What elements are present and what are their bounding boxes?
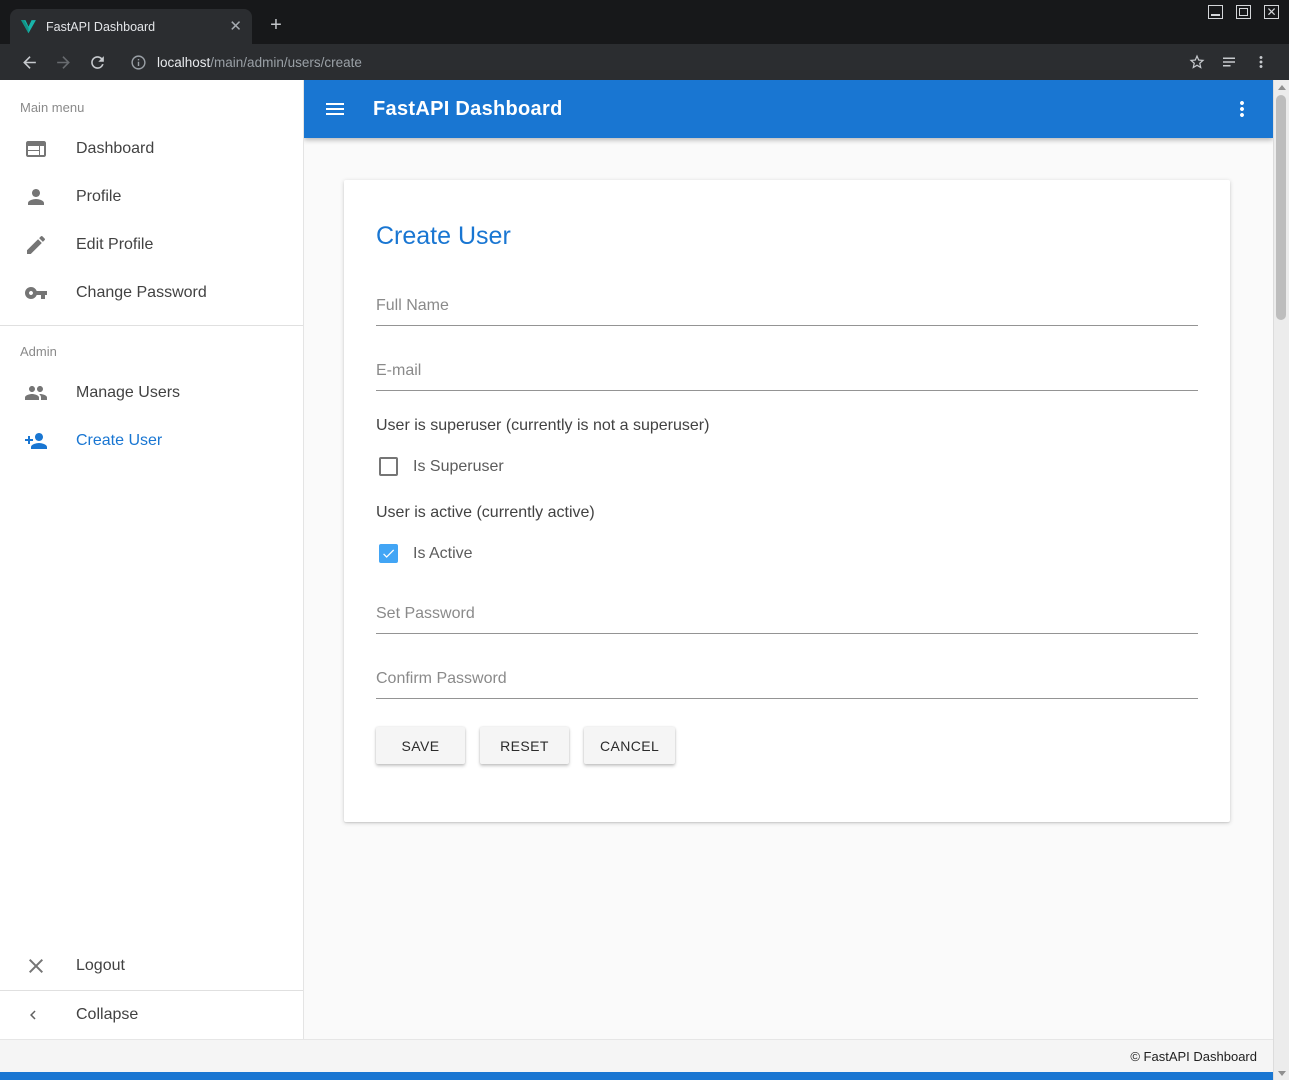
is-active-label: Is Active xyxy=(413,545,473,563)
page-footer: © FastAPI Dashboard xyxy=(0,1039,1273,1072)
confirm-password-input[interactable] xyxy=(376,670,1198,699)
sidebar-item-dashboard[interactable]: Dashboard xyxy=(0,125,303,173)
site-info-icon[interactable] xyxy=(130,54,147,71)
main-area: FastAPI Dashboard Create User User is su… xyxy=(304,80,1273,1039)
app-title: FastAPI Dashboard xyxy=(373,98,1230,121)
is-active-checkbox[interactable] xyxy=(379,544,398,563)
vuetify-favicon-icon xyxy=(20,18,37,35)
page-viewport: Main menu Dashboard Profile Edit Profile xyxy=(0,80,1289,1080)
tab-close-icon[interactable]: ✕ xyxy=(229,19,242,34)
sidebar-section-admin: Admin xyxy=(0,334,303,369)
create-user-card: Create User User is superuser (currently… xyxy=(344,180,1230,822)
sidebar-item-collapse[interactable]: Collapse xyxy=(0,991,303,1039)
scrollbar-thumb[interactable] xyxy=(1276,95,1286,320)
sidebar-item-profile[interactable]: Profile xyxy=(0,173,303,221)
sidebar-item-label: Logout xyxy=(76,957,125,975)
sidebar-item-logout[interactable]: Logout xyxy=(0,942,303,990)
pencil-icon xyxy=(24,233,48,257)
page-title: Create User xyxy=(376,222,1198,251)
sidebar-item-label: Create User xyxy=(76,432,162,450)
browser-toolbar: localhost/main/admin/users/create xyxy=(0,44,1289,80)
copyright-text: © FastAPI Dashboard xyxy=(1130,1049,1257,1064)
app-toolbar: FastAPI Dashboard xyxy=(304,80,1273,138)
bookmark-star-icon[interactable] xyxy=(1181,47,1213,77)
sidebar: Main menu Dashboard Profile Edit Profile xyxy=(0,80,304,1039)
reload-icon[interactable] xyxy=(80,47,114,77)
url-host: localhost xyxy=(157,55,210,70)
sidebar-item-manage-users[interactable]: Manage Users xyxy=(0,369,303,417)
footer-accent-bar xyxy=(0,1072,1273,1080)
sidebar-item-change-password[interactable]: Change Password xyxy=(0,269,303,317)
url-text: localhost/main/admin/users/create xyxy=(157,55,362,70)
forward-icon[interactable] xyxy=(46,47,80,77)
active-check-row: Is Active xyxy=(376,544,1198,563)
new-tab-button[interactable]: + xyxy=(264,13,288,37)
email-input[interactable] xyxy=(376,362,1198,391)
window-close-icon[interactable]: ✕ xyxy=(1264,5,1279,19)
full-name-field-wrap xyxy=(376,297,1198,326)
sidebar-bottom: Logout Collapse xyxy=(0,942,303,1039)
url-path: /main/admin/users/create xyxy=(210,55,362,70)
superuser-check-row: Is Superuser xyxy=(376,457,1198,476)
sidebar-section-main-menu: Main menu xyxy=(0,80,303,125)
page-scrollbar[interactable] xyxy=(1273,80,1289,1080)
sidebar-item-label: Manage Users xyxy=(76,384,180,402)
set-password-field-wrap xyxy=(376,605,1198,634)
app-kebab-menu-icon[interactable] xyxy=(1230,97,1254,121)
sidebar-item-create-user[interactable]: Create User xyxy=(0,417,303,465)
minimize-icon[interactable] xyxy=(1208,5,1223,19)
list-icon[interactable] xyxy=(1213,47,1245,77)
people-icon xyxy=(24,381,48,405)
full-name-input[interactable] xyxy=(376,297,1198,326)
browser-tab[interactable]: FastAPI Dashboard ✕ xyxy=(10,9,252,44)
sidebar-item-label: Change Password xyxy=(76,284,207,302)
confirm-password-field-wrap xyxy=(376,670,1198,699)
address-bar[interactable]: localhost/main/admin/users/create xyxy=(124,47,1171,77)
sidebar-item-label: Profile xyxy=(76,188,121,206)
scrollbar-down-icon[interactable] xyxy=(1274,1066,1289,1080)
browser-menu-icon[interactable] xyxy=(1245,47,1277,77)
chevron-left-icon xyxy=(24,1006,42,1024)
close-icon xyxy=(24,954,48,978)
email-field-wrap xyxy=(376,362,1198,391)
dashboard-icon xyxy=(24,137,48,161)
sidebar-item-label: Collapse xyxy=(76,1006,138,1024)
is-superuser-checkbox[interactable] xyxy=(379,457,398,476)
browser-titlebar: FastAPI Dashboard ✕ + ✕ xyxy=(0,0,1289,44)
sidebar-item-label: Edit Profile xyxy=(76,236,153,254)
person-icon xyxy=(24,185,48,209)
key-icon xyxy=(24,281,48,305)
sidebar-item-edit-profile[interactable]: Edit Profile xyxy=(0,221,303,269)
cancel-button[interactable]: CANCEL xyxy=(584,727,675,764)
sidebar-item-label: Dashboard xyxy=(76,140,154,158)
save-button[interactable]: SAVE xyxy=(376,727,465,764)
sidebar-divider xyxy=(0,325,303,326)
is-superuser-label: Is Superuser xyxy=(413,458,504,476)
form-actions: SAVE RESET CANCEL xyxy=(376,727,1198,764)
hamburger-menu-icon[interactable] xyxy=(323,97,347,121)
superuser-hint: User is superuser (currently is not a su… xyxy=(376,417,1198,435)
reset-button[interactable]: RESET xyxy=(480,727,569,764)
scrollbar-up-icon[interactable] xyxy=(1274,80,1289,94)
back-icon[interactable] xyxy=(12,47,46,77)
tab-title: FastAPI Dashboard xyxy=(46,20,220,34)
person-add-icon xyxy=(24,429,48,453)
browser-window: FastAPI Dashboard ✕ + ✕ localhost/main/a… xyxy=(0,0,1289,1080)
maximize-icon[interactable] xyxy=(1236,5,1251,19)
set-password-input[interactable] xyxy=(376,605,1198,634)
page-content: Create User User is superuser (currently… xyxy=(304,138,1273,1039)
window-controls: ✕ xyxy=(1208,5,1279,19)
active-hint: User is active (currently active) xyxy=(376,504,1198,522)
check-icon xyxy=(381,546,396,561)
